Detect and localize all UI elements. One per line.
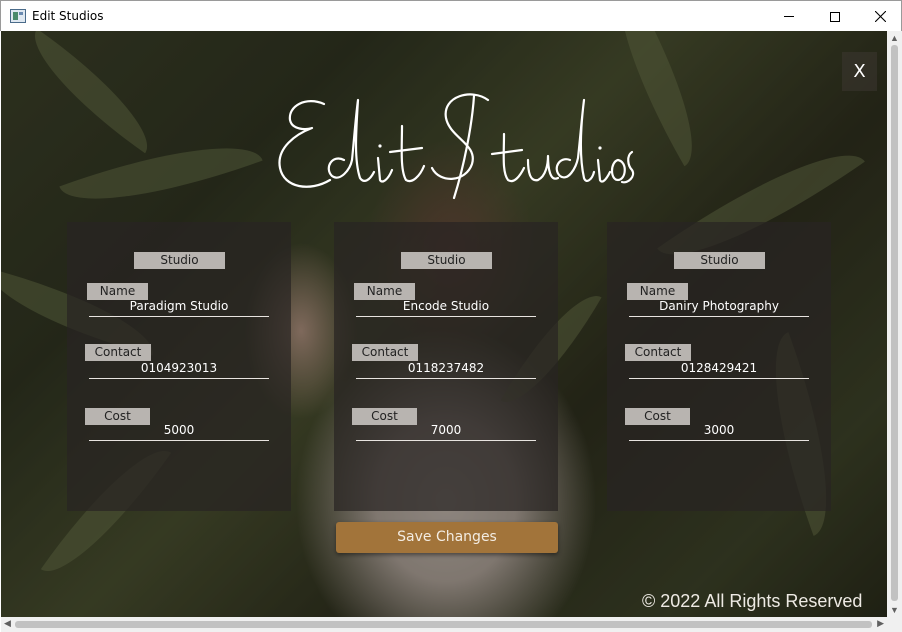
scrollbar-corner xyxy=(887,617,902,632)
save-changes-button[interactable]: Save Changes xyxy=(336,522,558,553)
edit-studios-logo xyxy=(278,93,635,200)
window-close-button[interactable] xyxy=(857,1,902,32)
app-icon xyxy=(10,9,26,23)
name-field[interactable]: Daniry Photography xyxy=(629,297,809,317)
minimize-icon xyxy=(784,16,794,17)
studio-heading: Studio xyxy=(674,252,765,269)
minimize-button[interactable] xyxy=(766,1,812,32)
copyright-text: © 2022 All Rights Reserved xyxy=(642,591,863,611)
edit-studios-panel: X Studio Name Paradigm Studio Contact 01… xyxy=(1,31,887,617)
close-icon xyxy=(874,11,886,22)
name-field[interactable]: Paradigm Studio xyxy=(89,297,269,317)
scroll-left-icon[interactable]: ◀ xyxy=(4,618,11,629)
cost-field[interactable]: 3000 xyxy=(629,421,809,441)
scroll-down-icon[interactable]: ▼ xyxy=(890,605,899,615)
window-title: Edit Studios xyxy=(32,9,104,23)
studio-card-3: Studio Name Daniry Photography Contact 0… xyxy=(607,222,831,511)
name-field[interactable]: Encode Studio xyxy=(356,297,536,317)
maximize-icon xyxy=(830,11,840,22)
maximize-button[interactable] xyxy=(812,1,858,32)
contact-field[interactable]: 0104923013 xyxy=(89,359,269,379)
studio-card-1: Studio Name Paradigm Studio Contact 0104… xyxy=(67,222,291,511)
cost-field[interactable]: 7000 xyxy=(356,421,536,441)
horizontal-scrollbar[interactable]: ◀ ▶ xyxy=(1,617,887,632)
contact-field[interactable]: 0118237482 xyxy=(356,359,536,379)
horizontal-scroll-thumb[interactable] xyxy=(15,621,872,628)
cost-field[interactable]: 5000 xyxy=(89,421,269,441)
contact-field[interactable]: 0128429421 xyxy=(629,359,809,379)
studio-heading: Studio xyxy=(401,252,492,269)
title-bar: Edit Studios xyxy=(0,0,902,31)
vertical-scrollbar[interactable]: ▲ ▼ xyxy=(887,31,902,617)
scroll-up-icon[interactable]: ▲ xyxy=(890,33,899,43)
vertical-scroll-thumb[interactable] xyxy=(891,45,898,601)
close-button[interactable]: X xyxy=(842,52,877,91)
studio-card-2: Studio Name Encode Studio Contact 011823… xyxy=(334,222,558,511)
studio-heading: Studio xyxy=(134,252,225,269)
scroll-right-icon[interactable]: ▶ xyxy=(877,618,884,629)
